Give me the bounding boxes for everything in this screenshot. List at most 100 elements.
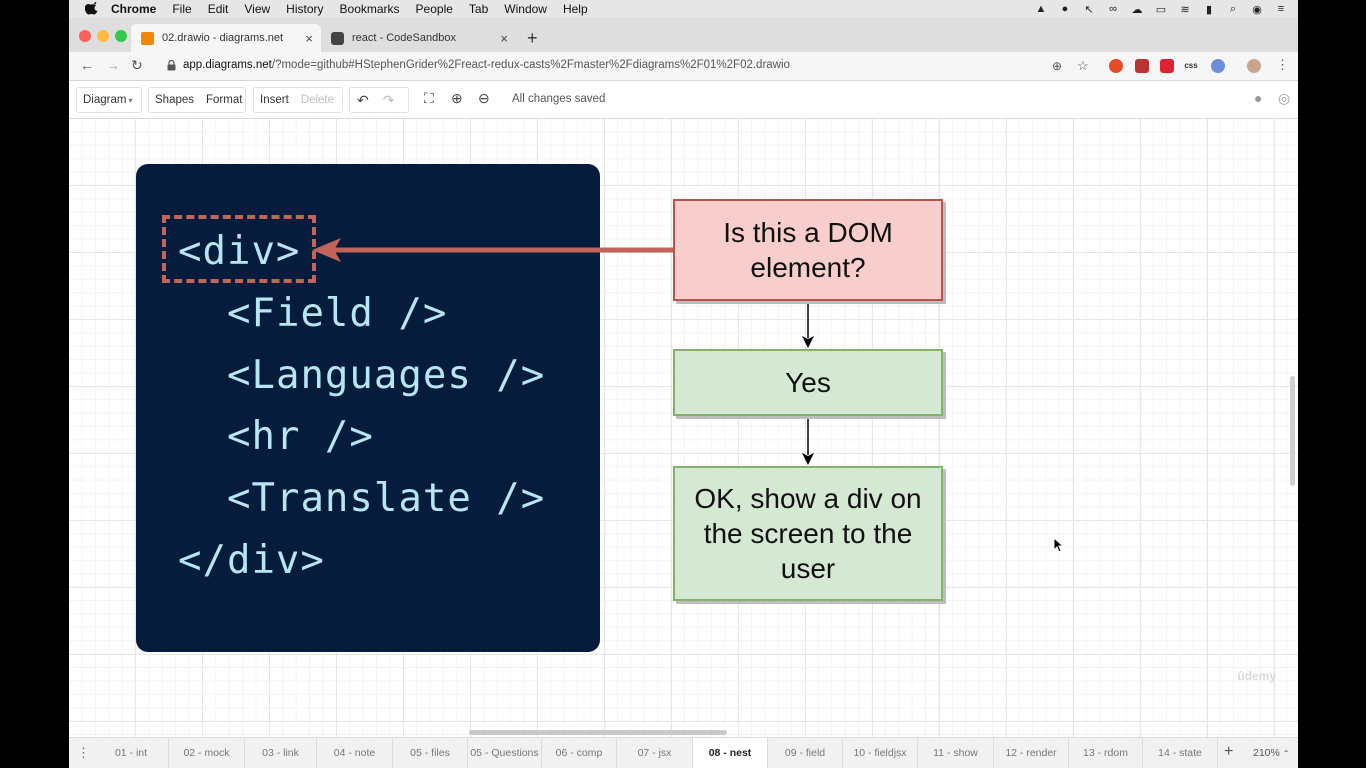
forward-icon[interactable]: → [106,57,120,73]
page-tab[interactable]: 01 - int [94,738,169,768]
page-tabs-bar: ⋮ 01 - int 02 - mock 03 - link 04 - note… [69,737,1298,768]
horizontal-scrollbar[interactable] [469,730,727,735]
tab-title: react - CodeSandbox [352,32,456,44]
page-tab[interactable]: 14 - state [1143,738,1218,768]
fullscreen-icon[interactable]: ⛶ [417,90,441,107]
extension-red-icon[interactable] [1160,59,1174,73]
cloud-icon[interactable]: ☁ [1130,3,1144,16]
tab-codesandbox[interactable]: react - CodeSandbox × [321,24,516,52]
mac-menu-bar: Chrome File Edit View History Bookmarks … [69,0,1298,18]
page-tab[interactable]: 02 - mock [169,738,245,768]
delete-button[interactable]: Delete [295,94,340,106]
undo-icon[interactable]: ↶ [350,92,376,109]
lock-icon [167,60,176,71]
yes-text: Yes [785,367,831,398]
docker-icon[interactable]: ▲ [1034,3,1048,15]
panels-group: Shapes Format [148,87,246,113]
codesandbox-favicon-icon [331,31,344,45]
add-bookmark-icon[interactable]: ⊕ [1052,59,1062,73]
zoom-in-icon[interactable]: ⊕ [444,90,470,107]
extension-css-icon[interactable]: css [1184,59,1198,73]
url-text: app.diagrams.net/?mode=github#HStephenGr… [183,59,790,71]
save-status: All changes saved [512,93,606,105]
drawio-favicon-icon [141,31,154,45]
page-tab[interactable]: 12 - render [994,738,1069,768]
add-page-button[interactable]: + [1224,743,1233,761]
extension-shield-icon[interactable] [1109,59,1123,73]
menu-window[interactable]: Window [504,2,547,16]
address-bar-row: ← → ↻ app.diagrams.net/?mode=github#HSte… [69,52,1298,81]
language-globe-icon[interactable]: ◎ [1271,90,1297,107]
reload-icon[interactable]: ↻ [131,57,143,74]
omnibox[interactable]: app.diagrams.net/?mode=github#HStephenGr… [159,55,1079,77]
chevron-up-icon: ⌃ [1282,749,1290,758]
mouse-cursor-icon [1053,537,1065,553]
pages-menu-icon[interactable]: ⋮ [77,745,90,761]
siri-icon[interactable]: ◉ [1250,3,1264,16]
page-tab-active[interactable]: 08 - nest [693,738,768,768]
glasses-icon[interactable]: ∞ [1106,3,1120,15]
page-tab[interactable]: 09 - field [768,738,843,768]
extension-compass-icon[interactable] [1211,59,1225,73]
diagram-canvas[interactable]: <div> <Field /> <Languages /> <hr /> <Tr… [69,119,1298,737]
profile-avatar[interactable] [1247,59,1261,73]
close-tab-icon[interactable]: × [500,31,508,46]
insert-button[interactable]: Insert [254,94,295,106]
menu-people[interactable]: People [416,2,453,16]
menu-file[interactable]: File [172,2,191,16]
back-icon[interactable]: ← [80,57,94,73]
page-tab[interactable]: 04 - note [317,738,393,768]
page-tab[interactable]: 05 - files [393,738,468,768]
redo-icon[interactable]: ↷ [376,92,402,109]
question-text: Is this a DOM element? [723,217,893,283]
extension-badge-icon[interactable] [1135,59,1149,73]
menu-history[interactable]: History [286,2,323,16]
record-icon[interactable]: ● [1058,3,1072,15]
question-box[interactable]: Is this a DOM element? [673,199,943,301]
notification-center-icon[interactable]: ≡ [1274,3,1288,15]
zoom-level-dropdown[interactable]: 210% ⌃ [1253,747,1289,759]
menu-tab[interactable]: Tab [469,2,488,16]
page-tab[interactable]: 10 - fieldjsx [843,738,918,768]
wifi-icon[interactable]: ≋ [1178,3,1192,16]
udemy-watermark: ûdemy [1237,669,1276,683]
user-icon[interactable]: ● [1247,90,1269,106]
page-tab[interactable]: 13 - rdom [1069,738,1143,768]
zoom-window-button[interactable] [115,30,127,42]
tab-title: 02.drawio - diagrams.net [162,32,284,44]
shapes-button[interactable]: Shapes [149,94,200,106]
yes-box[interactable]: Yes [673,349,943,416]
result-text: OK, show a div on the screen to the user [694,483,922,584]
zoom-out-icon[interactable]: ⊖ [471,90,497,107]
menu-chrome[interactable]: Chrome [111,2,156,16]
menu-help[interactable]: Help [563,2,588,16]
apple-icon[interactable] [85,2,99,16]
close-tab-icon[interactable]: × [305,31,313,46]
page-tab[interactable]: 07 - jsx [617,738,693,768]
cursor-icon[interactable]: ↖ [1082,3,1096,16]
tab-strip: 02.drawio - diagrams.net × react - CodeS… [69,18,1298,52]
battery-icon[interactable]: ▮ [1202,3,1216,16]
minimize-window-button[interactable] [97,30,109,42]
vertical-scrollbar[interactable] [1290,376,1295,486]
page-tab[interactable]: 06 - comp [542,738,617,768]
tab-drawio[interactable]: 02.drawio - diagrams.net × [131,24,321,52]
new-tab-button[interactable]: + [527,28,538,49]
display-icon[interactable]: ▭ [1154,3,1168,16]
menu-edit[interactable]: Edit [208,2,229,16]
page-tab[interactable]: 05 - Questions [468,738,542,768]
menu-view[interactable]: View [244,2,270,16]
browser-window: Chrome File Edit View History Bookmarks … [69,0,1298,768]
url-path: /?mode=github#HStephenGrider%2Freact-red… [271,59,790,71]
chrome-menu-icon[interactable]: ⋮ [1276,57,1289,73]
page-tab[interactable]: 11 - show [918,738,994,768]
result-box[interactable]: OK, show a div on the screen to the user [673,466,943,601]
bookmark-star-icon[interactable]: ☆ [1077,58,1089,74]
format-button[interactable]: Format [200,94,248,106]
drawio-toolbar: Diagram ▾ Shapes Format Insert Delete ↶ … [69,81,1298,119]
menu-bookmarks[interactable]: Bookmarks [340,2,400,16]
diagram-menu[interactable]: Diagram ▾ [76,87,142,113]
close-window-button[interactable] [79,30,91,42]
spotlight-search-icon[interactable]: ⌕ [1226,3,1240,15]
page-tab[interactable]: 03 - link [245,738,317,768]
